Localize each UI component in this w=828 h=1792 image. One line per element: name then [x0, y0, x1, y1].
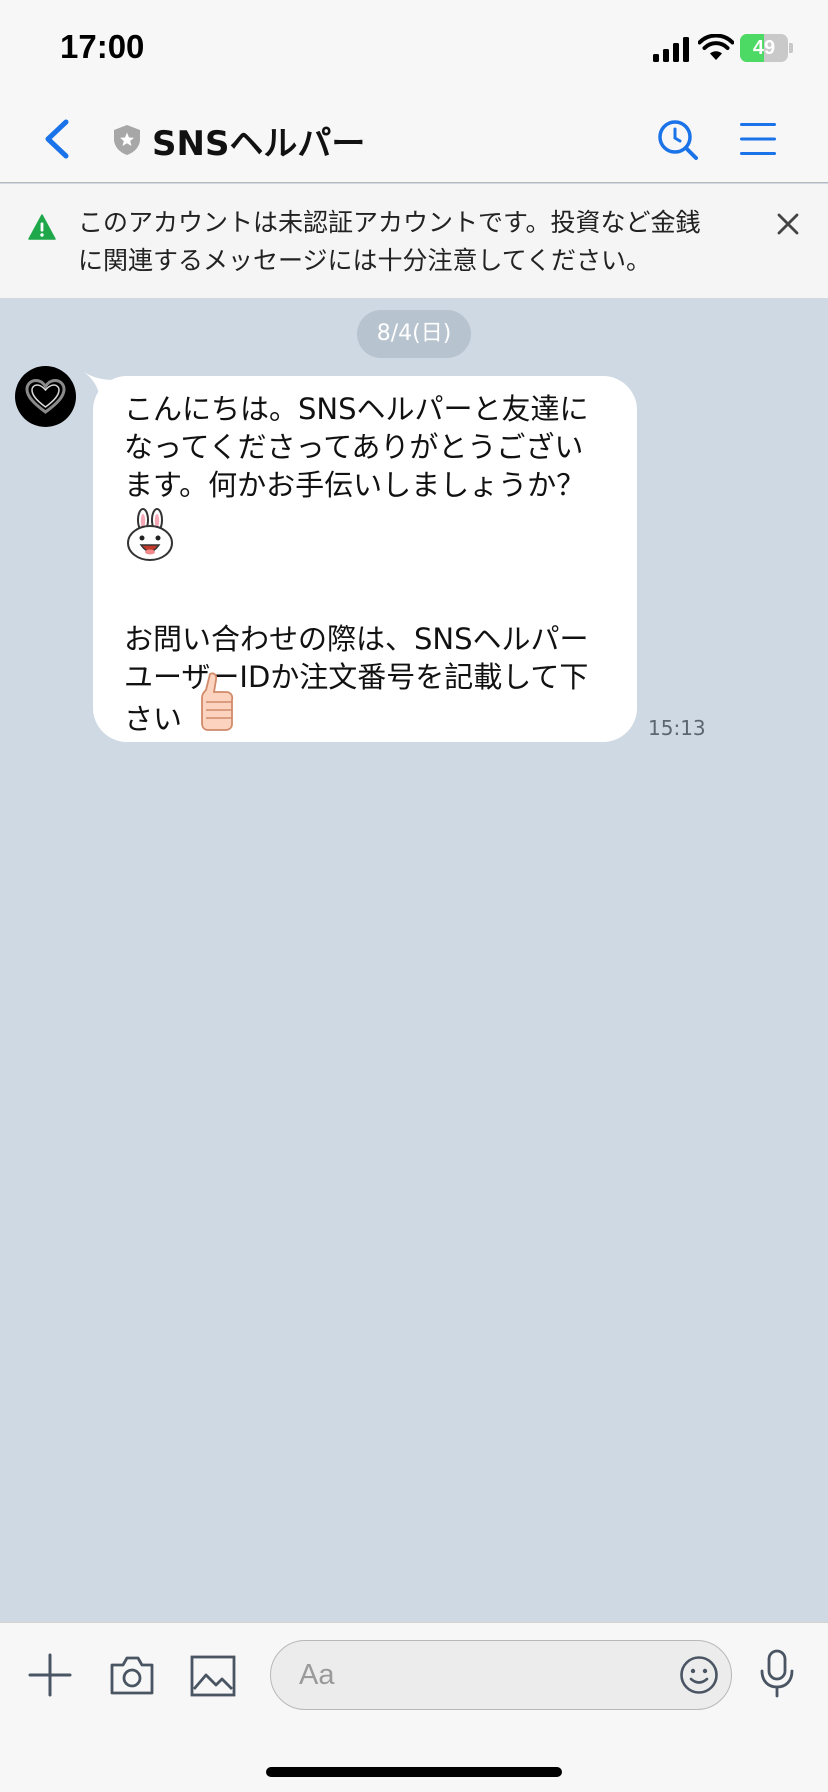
microphone-icon[interactable]: [758, 1649, 796, 1699]
smiley-icon[interactable]: [679, 1655, 719, 1695]
wifi-icon: [698, 34, 734, 60]
message-line: ます。何かお手伝いしましょうか？: [124, 468, 586, 502]
home-indicator: [266, 1767, 562, 1777]
unverified-account-warning: このアカウントは未認証アカウントです。投資など金銭 に関連するメッセージには十分…: [0, 184, 828, 298]
battery-percent: 49: [752, 37, 776, 59]
thumbs-up-emoji: [201, 672, 234, 731]
back-icon[interactable]: [36, 114, 80, 164]
menu-icon[interactable]: [738, 118, 778, 160]
chat-header: SNSヘルパー: [0, 96, 828, 183]
status-bar: 17:00 49: [0, 0, 828, 96]
message-line: お問い合わせの際は、SNSヘルパー: [124, 622, 589, 656]
warning-text: このアカウントは未認証アカウントです。投資など金銭 に関連するメッセージには十分…: [78, 206, 748, 282]
date-separator: 8/4(日): [357, 310, 471, 358]
message-timestamp: 15:13: [648, 716, 706, 740]
message-input[interactable]: [299, 1653, 639, 1697]
shield-star-icon: [114, 125, 140, 155]
search-icon[interactable]: [656, 118, 700, 162]
page-title: SNSヘルパー: [152, 124, 366, 164]
sender-avatar[interactable]: [15, 366, 76, 427]
warning-line: に関連するメッセージには十分注意してください。: [78, 246, 652, 275]
message-line: こんにちは。SNSヘルパーと友達に: [124, 392, 589, 426]
warning-icon: [28, 214, 56, 240]
chat-area[interactable]: 8/4(日) こんにちは。SNSヘルパーと友達に なってくださってありがとうござ…: [0, 298, 828, 1622]
message-line: なってくださってありがとうござい: [124, 430, 584, 464]
rabbit-emoji: [127, 508, 173, 561]
status-time: 17:00: [60, 28, 145, 65]
message-input-field[interactable]: [270, 1640, 732, 1710]
heart-avatar-icon: [25, 378, 66, 414]
cellular-signal-icon: [653, 37, 689, 62]
close-icon[interactable]: [774, 210, 802, 238]
message-input-bar: [0, 1622, 828, 1792]
plus-icon[interactable]: [28, 1653, 72, 1697]
battery-indicator: 49: [740, 34, 793, 62]
image-icon[interactable]: [190, 1655, 236, 1697]
camera-icon[interactable]: [108, 1653, 156, 1697]
warning-line: このアカウントは未認証アカウントです。投資など金銭: [78, 208, 701, 237]
